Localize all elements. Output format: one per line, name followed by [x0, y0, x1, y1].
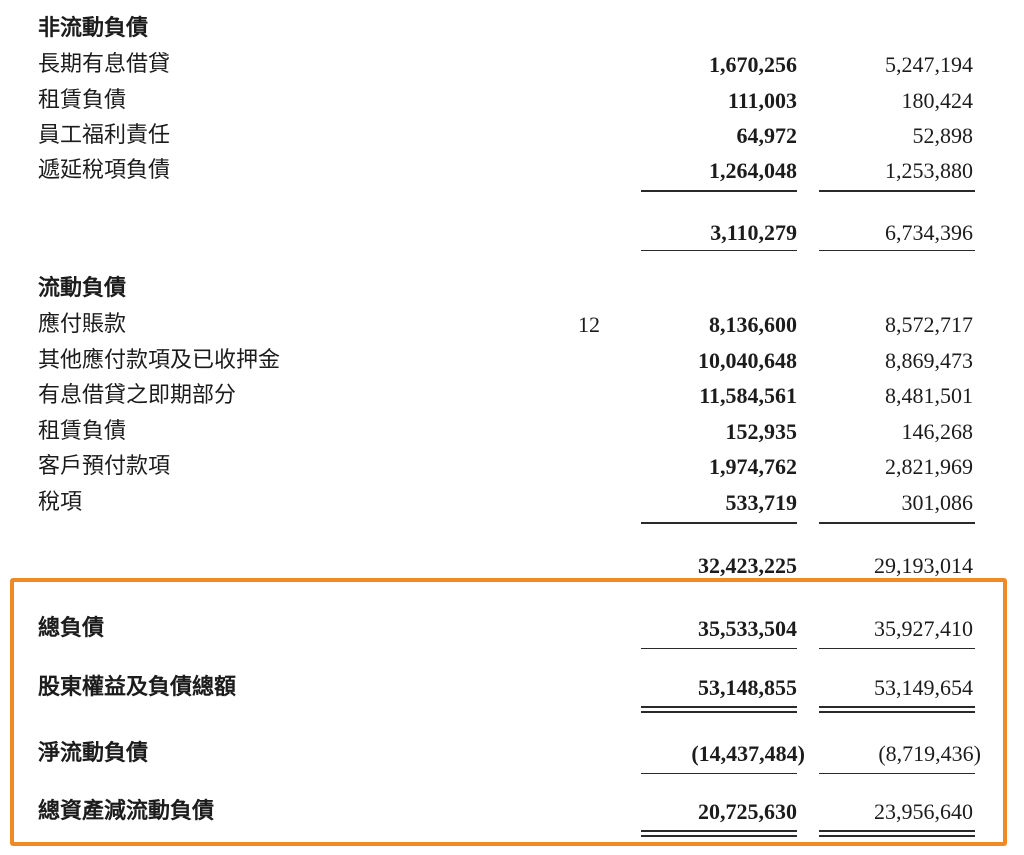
current-value: 533,719 [725, 490, 798, 515]
note-ref: 12 [578, 312, 600, 337]
previous-value: 180,424 [901, 88, 974, 113]
current-value: 1,264,048 [709, 158, 797, 183]
previous-value: 23,956,640 [874, 799, 973, 824]
row-label: 租賃負債 [38, 419, 127, 444]
row-label: 有息借貸之即期部分 [38, 383, 237, 408]
previous-value: 8,869,473 [885, 348, 973, 373]
table-row: 有息借貸之即期部分 11,584,561 8,481,501 [0, 379, 1024, 413]
double-rule-bottom [641, 835, 797, 837]
current-value: 53,148,855 [698, 675, 797, 700]
subtotal-underline [819, 250, 975, 251]
double-rule-top [641, 706, 797, 708]
current-value: 20,725,630 [698, 799, 797, 824]
previous-subtotal: 29,193,014 [874, 553, 973, 578]
equity-and-liabilities-row: 股東權益及負債總額 53,148,855 53,149,654 [0, 671, 1024, 705]
previous-value: 8,481,501 [885, 383, 973, 408]
double-rule-bottom [819, 711, 975, 713]
table-row: 客戶預付款項 1,974,762 2,821,969 [0, 450, 1024, 484]
table-row: 長期有息借貸 1,670,256 5,247,194 [0, 48, 1024, 82]
row-label: 股東權益及負債總額 [38, 675, 237, 700]
row-label: 稅項 [38, 490, 83, 515]
subtotal-rule [819, 190, 975, 192]
current-value: 1,670,256 [709, 52, 797, 77]
double-rule-top [819, 830, 975, 832]
previous-value: 301,086 [901, 490, 974, 515]
row-label: 長期有息借貸 [38, 52, 171, 77]
table-row: 應付賬款 12 8,136,600 8,572,717 [0, 308, 1024, 342]
current-value: 8,136,600 [709, 312, 797, 337]
current-value: 35,533,504 [698, 616, 797, 641]
table-row: 租賃負債 111,003 180,424 [0, 84, 1024, 118]
current-value: 1,974,762 [709, 454, 797, 479]
table-row: 遞延稅項負債 1,264,048 1,253,880 [0, 154, 1024, 188]
current-subtotal: 3,110,279 [710, 220, 797, 245]
total-rule [641, 648, 797, 649]
subtotal-rule [819, 522, 975, 524]
subtotal-rule [641, 190, 797, 192]
table-row: 租賃負債 152,935 146,268 [0, 415, 1024, 449]
row-label: 其他應付款項及已收押金 [38, 348, 281, 373]
current-value: 111,003 [727, 88, 797, 113]
total-rule [641, 773, 797, 774]
row-label: 員工福利責任 [38, 123, 171, 148]
row-label: 應付賬款 [38, 312, 127, 337]
double-rule-bottom [641, 711, 797, 713]
row-label: 總負債 [38, 616, 105, 641]
double-rule-top [641, 830, 797, 832]
table-row: 稅項 533,719 301,086 [0, 486, 1024, 520]
non-current-subtotal-row: 3,110,279 6,734,396 [0, 216, 1024, 250]
total-assets-less-current-liabilities-row: 總資產減流動負債 20,725,630 23,956,640 [0, 795, 1024, 829]
previous-value: 2,821,969 [885, 454, 973, 479]
previous-subtotal: 6,734,396 [885, 220, 973, 245]
non-current-liabilities-heading: 非流動負債 [38, 16, 149, 41]
double-rule-top [819, 706, 975, 708]
row-label: 租賃負債 [38, 88, 127, 113]
current-value: 10,040,648 [698, 348, 797, 373]
total-rule [819, 648, 975, 649]
subtotal-rule [641, 522, 797, 524]
previous-value: 35,927,410 [874, 616, 973, 641]
current-subtotal: 32,423,225 [698, 553, 797, 578]
row-label: 總資產減流動負債 [38, 799, 215, 824]
table-row: 其他應付款項及已收押金 10,040,648 8,869,473 [0, 344, 1024, 378]
table-row: 員工福利責任 64,972 52,898 [0, 119, 1024, 153]
current-liabilities-heading: 流動負債 [38, 276, 127, 301]
net-current-liabilities-row: 淨流動負債 (14,437,484) (8,719,436) [0, 737, 1024, 771]
previous-value: 53,149,654 [874, 675, 973, 700]
current-value: 152,935 [725, 419, 798, 444]
current-value: 64,972 [736, 123, 798, 148]
row-label: 客戶預付款項 [38, 454, 171, 479]
row-label: 淨流動負債 [38, 741, 149, 766]
row-label: 遞延稅項負債 [38, 158, 171, 183]
current-value: 11,584,561 [699, 383, 797, 408]
total-rule [819, 773, 975, 774]
previous-value: 5,247,194 [885, 52, 973, 77]
previous-value: 1,253,880 [885, 158, 973, 183]
previous-value: 52,898 [912, 123, 974, 148]
previous-value: (8,719,436) [878, 741, 981, 766]
subtotal-underline [641, 250, 797, 251]
current-value: (14,437,484) [691, 741, 805, 766]
previous-value: 8,572,717 [885, 312, 973, 337]
double-rule-bottom [819, 835, 975, 837]
total-liabilities-row: 總負債 35,533,504 35,927,410 [0, 612, 1024, 646]
previous-value: 146,268 [901, 419, 974, 444]
